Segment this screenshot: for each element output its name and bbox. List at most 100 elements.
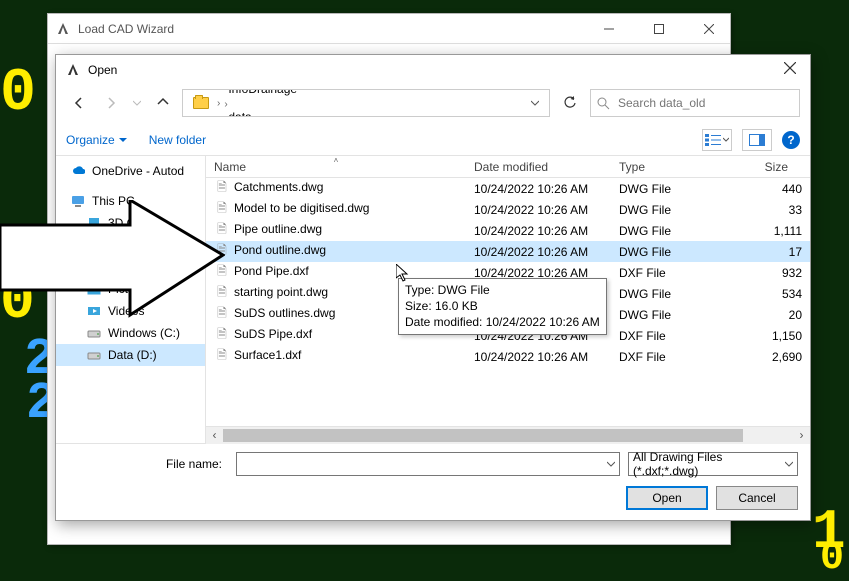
column-header-size[interactable]: Size <box>701 160 810 174</box>
drive-icon <box>86 347 102 363</box>
background-cad-char: 1 <box>812 500 846 564</box>
dialog-titlebar[interactable]: Open <box>56 55 810 85</box>
file-icon: 🗎 <box>214 325 230 346</box>
scroll-thumb[interactable] <box>223 429 743 442</box>
file-type-filter[interactable]: All Drawing Files (*.dxf;*.dwg) <box>628 452 798 476</box>
chevron-down-icon <box>119 136 127 144</box>
wizard-close-button[interactable] <box>688 14 730 44</box>
nav-back-button[interactable] <box>66 90 92 116</box>
file-name: Pond Pipe.dxf <box>234 264 309 278</box>
scroll-left-button[interactable]: ‹ <box>206 427 223 444</box>
file-type: DWG File <box>611 245 701 259</box>
file-row[interactable]: 🗎Catchments.dwg10/24/2022 10:26 AMDWG Fi… <box>206 178 810 199</box>
view-list-icon <box>705 134 721 146</box>
file-size: 440 <box>701 182 810 196</box>
breadcrumb-bar[interactable]: › Innovyze›InfoDrainage›data›data_old <box>182 89 550 117</box>
filename-label: File name: <box>68 457 228 471</box>
arrow-left-icon <box>72 96 86 110</box>
sort-indicator-icon: ˄ <box>334 156 339 165</box>
chevron-right-icon[interactable]: › <box>222 99 229 110</box>
search-icon <box>597 97 610 110</box>
organize-menu[interactable]: Organize <box>66 133 127 147</box>
file-type: DWG File <box>611 287 701 301</box>
nav-item-label: Windows (C:) <box>108 326 180 340</box>
scroll-track[interactable] <box>223 427 793 444</box>
file-tooltip: Type: DWG File Size: 16.0 KB Date modifi… <box>398 278 607 335</box>
file-name: SuDS outlines.dwg <box>234 306 335 320</box>
cloud-icon <box>70 163 86 179</box>
chevron-down-icon <box>723 137 729 143</box>
open-button[interactable]: Open <box>626 486 708 510</box>
wizard-titlebar[interactable]: Load CAD Wizard <box>48 14 730 44</box>
file-row[interactable]: 🗎Surface1.dxf10/24/2022 10:26 AMDXF File… <box>206 346 810 367</box>
refresh-icon <box>563 96 577 110</box>
drive-icon <box>86 325 102 341</box>
preview-pane-button[interactable] <box>742 129 772 151</box>
file-size: 534 <box>701 287 810 301</box>
search-input[interactable] <box>616 95 793 111</box>
file-name: Pond outline.dwg <box>234 243 326 257</box>
folder-icon <box>193 97 209 109</box>
file-icon: 🗎 <box>214 346 230 367</box>
file-type: DXF File <box>611 350 701 364</box>
nav-item[interactable]: Data (D:) <box>56 344 205 366</box>
background-cad-char: 0 <box>0 60 36 128</box>
file-row[interactable]: 🗎Pond outline.dwg10/24/2022 10:26 AMDWG … <box>206 241 810 262</box>
breadcrumb-segment[interactable]: data <box>222 110 303 117</box>
file-row[interactable]: 🗎Model to be digitised.dwg10/24/2022 10:… <box>206 199 810 220</box>
breadcrumb-root[interactable] <box>187 90 215 116</box>
file-name: starting point.dwg <box>234 285 328 299</box>
file-icon: 🗎 <box>214 178 230 199</box>
file-date: 10/24/2022 10:26 AM <box>466 203 611 217</box>
column-header-type[interactable]: Type <box>611 160 701 174</box>
file-type: DWG File <box>611 203 701 217</box>
file-name: Pipe outline.dwg <box>234 222 322 236</box>
chevron-down-icon <box>607 460 615 468</box>
file-row[interactable]: 🗎Pipe outline.dwg10/24/2022 10:26 AMDWG … <box>206 220 810 241</box>
instruction-arrow <box>0 200 225 323</box>
nav-up-button[interactable] <box>150 90 176 116</box>
wizard-minimize-button[interactable] <box>588 14 630 44</box>
file-type: DWG File <box>611 224 701 238</box>
chevron-down-icon <box>133 99 141 107</box>
filename-input[interactable] <box>236 452 620 476</box>
file-size: 20 <box>701 308 810 322</box>
wizard-maximize-button[interactable] <box>638 14 680 44</box>
close-icon <box>704 24 714 34</box>
view-options-button[interactable] <box>702 129 732 151</box>
nav-item-label: Data (D:) <box>108 348 157 362</box>
file-size: 932 <box>701 266 810 280</box>
dialog-footer: File name: All Drawing Files (*.dxf;*.dw… <box>56 443 810 520</box>
arrow-right-icon <box>104 96 118 110</box>
search-box[interactable] <box>590 89 800 117</box>
file-name: SuDS Pipe.dxf <box>234 327 312 341</box>
file-name: Model to be digitised.dwg <box>234 201 369 215</box>
nav-item[interactable]: OneDrive - Autod <box>56 160 205 182</box>
cancel-button[interactable]: Cancel <box>716 486 798 510</box>
nav-item[interactable]: Windows (C:) <box>56 322 205 344</box>
breadcrumb-dropdown[interactable] <box>525 96 545 110</box>
dialog-title: Open <box>88 63 762 77</box>
help-button[interactable]: ? <box>782 131 800 149</box>
file-size: 33 <box>701 203 810 217</box>
file-type: DWG File <box>611 182 701 196</box>
breadcrumb-segment[interactable]: InfoDrainage <box>222 89 303 96</box>
command-toolbar: Organize New folder ? <box>56 125 810 156</box>
file-type: DXF File <box>611 266 701 280</box>
file-date: 10/24/2022 10:26 AM <box>466 350 611 364</box>
chevron-right-icon[interactable]: › <box>215 98 222 109</box>
nav-forward-button[interactable] <box>98 90 124 116</box>
column-header-date[interactable]: Date modified <box>466 160 611 174</box>
nav-toolbar: › Innovyze›InfoDrainage›data›data_old <box>56 85 810 125</box>
dialog-close-button[interactable] <box>770 55 810 85</box>
nav-recent-dropdown[interactable] <box>130 90 144 116</box>
file-size: 17 <box>701 245 810 259</box>
refresh-button[interactable] <box>556 89 584 117</box>
new-folder-button[interactable]: New folder <box>149 133 206 147</box>
minimize-icon <box>604 24 614 34</box>
wizard-title: Load CAD Wizard <box>78 22 580 36</box>
horizontal-scrollbar[interactable]: ‹ › <box>206 426 810 443</box>
scroll-right-button[interactable]: › <box>793 427 810 444</box>
file-size: 2,690 <box>701 350 810 364</box>
chevron-down-icon <box>531 99 539 107</box>
